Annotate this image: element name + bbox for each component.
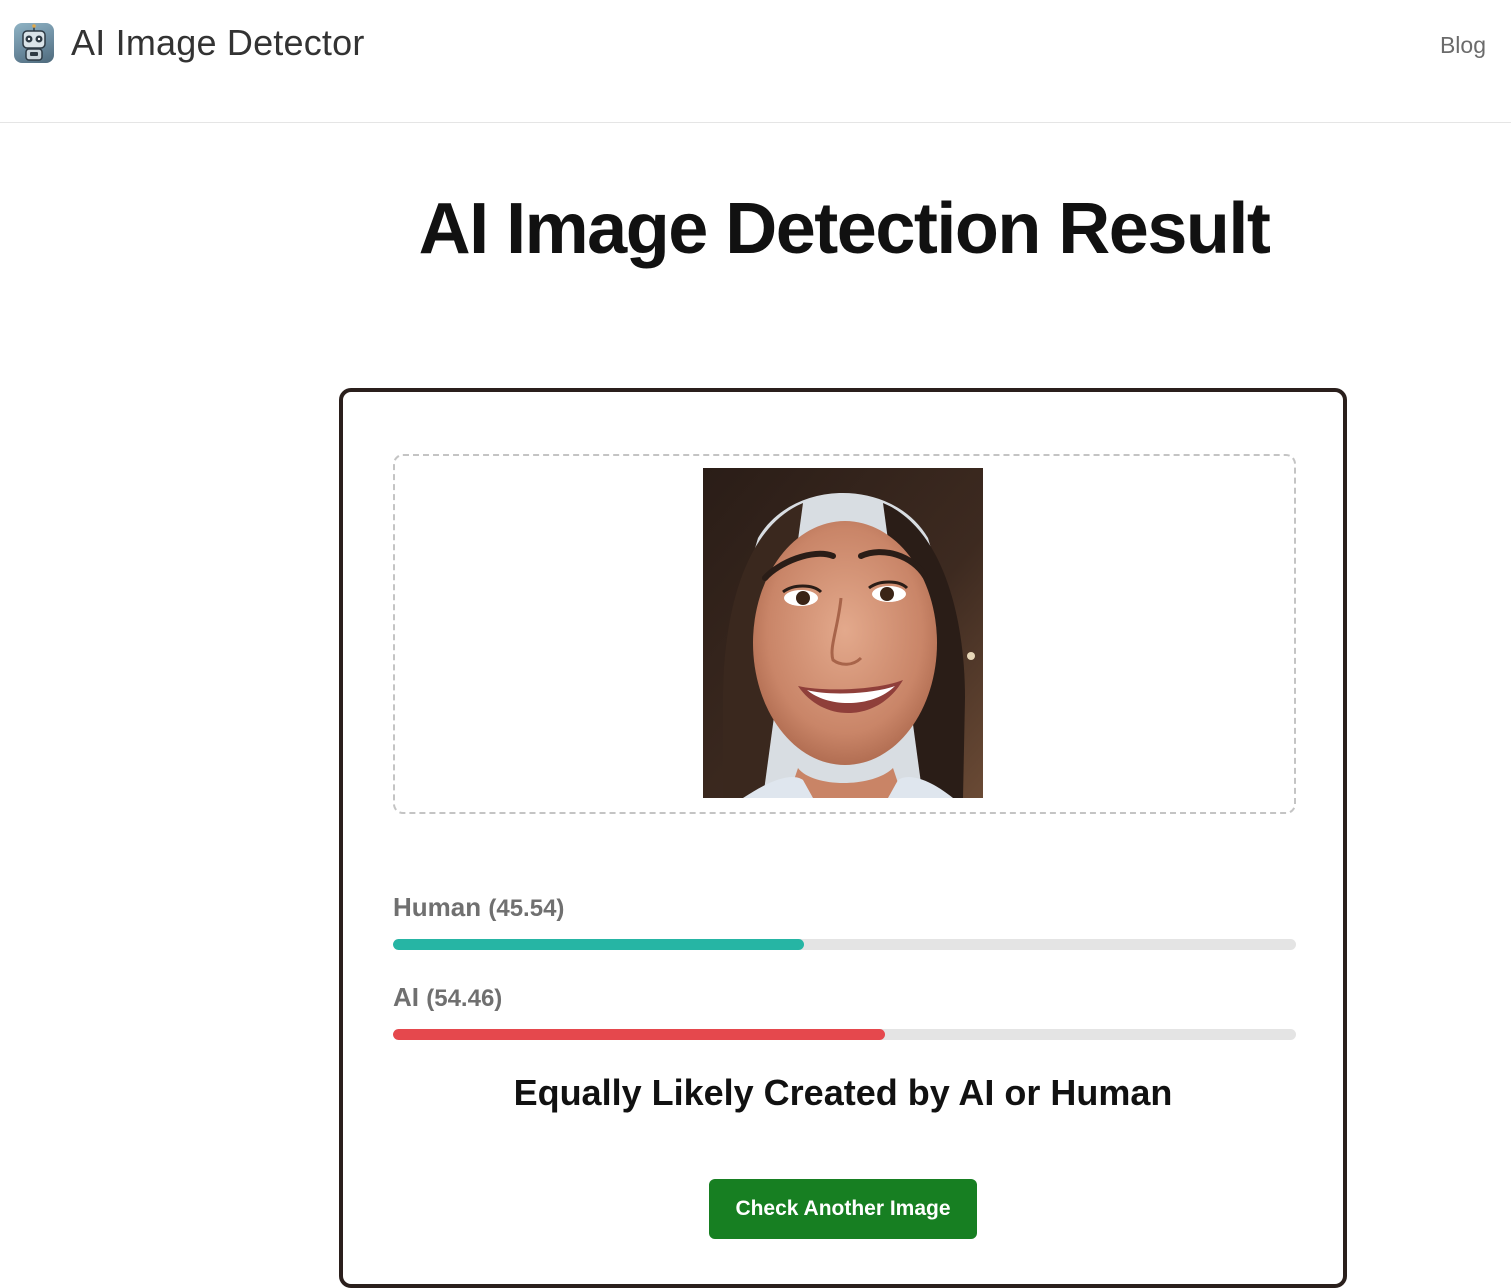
ai-score-fill [393, 1029, 885, 1040]
uploaded-portrait-photo [703, 468, 983, 798]
human-score-label: Human (45.54) [393, 892, 564, 923]
robot-icon [14, 23, 54, 63]
page-title: AI Image Detection Result [418, 189, 1271, 269]
top-navigation-bar: AI Image Detector Blog [0, 0, 1511, 123]
human-label-text: Human [393, 892, 482, 922]
ai-score-bar [393, 1029, 1296, 1040]
ai-score-value: (54.46) [426, 985, 503, 1012]
result-card: Human (45.54) AI (54.46) Equally Likely … [339, 388, 1347, 1288]
human-score-value: (45.54) [488, 895, 565, 922]
ai-score-label: AI (54.46) [393, 982, 502, 1013]
human-score-bar [393, 939, 1296, 950]
check-another-image-button[interactable]: Check Another Image [709, 1179, 977, 1239]
verdict-text: Equally Likely Created by AI or Human [513, 1072, 1173, 1113]
brand-name: AI Image Detector [71, 22, 365, 63]
ai-label-text: AI [393, 982, 419, 1012]
image-preview-box [393, 454, 1296, 814]
blog-link[interactable]: Blog [1440, 32, 1486, 59]
brand-home-link[interactable]: AI Image Detector [14, 23, 365, 63]
human-score-fill [393, 939, 805, 950]
